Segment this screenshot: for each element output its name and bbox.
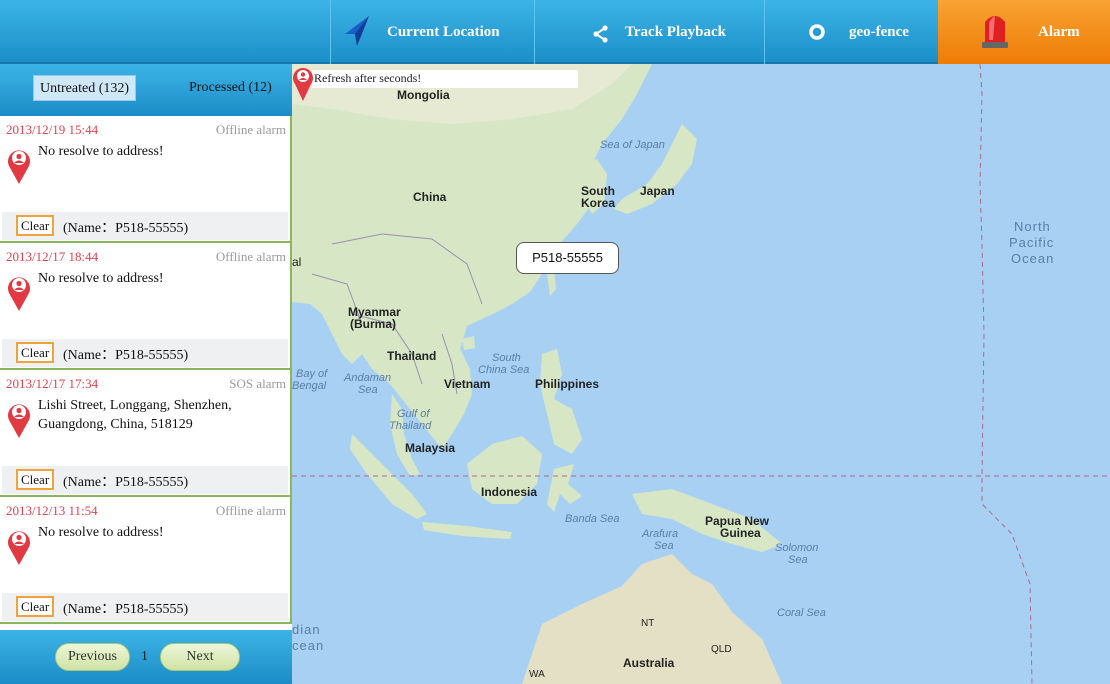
alarm-time: 2013/12/17 17:34 — [6, 376, 99, 391]
alarm-address: No resolve to address! — [38, 144, 164, 159]
map-label-malaysia: Malaysia — [405, 441, 456, 455]
alarm-footer: Clear (Name：P518-55555) — [2, 466, 288, 494]
map-label-indonesia: Indonesia — [481, 485, 538, 499]
map-terrain — [292, 64, 1110, 684]
map-label-mongolia: Mongolia — [397, 88, 450, 102]
map-label-indian-2: cean — [292, 638, 325, 653]
pagination: Previous 1 Next — [0, 630, 292, 684]
refresh-notice: Refresh after seconds! — [312, 70, 578, 88]
alarm-footer: Clear (Name：P518-55555) — [2, 212, 288, 240]
map-label-south-korea-2: Korea — [581, 196, 616, 210]
map-label-andaman-2: Sea — [358, 384, 378, 396]
next-button[interactable]: Next — [160, 643, 240, 671]
alarm-item[interactable]: 2013/12/19 15:44 Offline alarm No resolv… — [0, 116, 292, 243]
share-icon — [593, 25, 608, 43]
device-name: (Name：P518-55555) — [63, 348, 189, 363]
clear-button[interactable]: Clear — [16, 469, 55, 490]
location-pin-icon — [8, 277, 31, 311]
map-view[interactable]: Refresh after seconds! Mongolia Sea of J… — [292, 64, 1110, 684]
alarm-address: Lishi Street, Longgang, Shenzhen, Guangd… — [38, 398, 232, 432]
nav-geo-fence[interactable]: geo-fence — [764, 0, 938, 64]
alarm-item[interactable]: 2013/12/13 11:54 Offline alarm No resolv… — [0, 497, 292, 624]
map-label-philippines: Philippines — [535, 377, 600, 391]
map-label-gulf-2: Thailand — [389, 420, 432, 432]
nav-current-location-label: Current Location — [387, 23, 500, 40]
alarm-footer: Clear (Name：P518-55555) — [2, 339, 288, 367]
alarm-type: Offline alarm — [215, 503, 286, 518]
map-label-vietnam: Vietnam — [444, 377, 491, 391]
alarm-time: 2013/12/17 18:44 — [6, 249, 99, 264]
page-number: 1 — [141, 649, 148, 664]
alarm-type: Offline alarm — [215, 249, 286, 264]
top-nav-bar: Current Location Track Playback geo-fenc… — [0, 0, 1110, 64]
map-label-indian-1: dian — [292, 622, 321, 637]
alarm-address: No resolve to address! — [38, 525, 164, 540]
alarm-time: 2013/12/19 15:44 — [6, 122, 99, 137]
map-label-qld: QLD — [711, 644, 732, 655]
alarm-footer: Clear (Name：P518-55555) — [2, 593, 288, 621]
map-label-wa: WA — [529, 669, 545, 680]
navigation-arrow-icon — [345, 16, 369, 46]
alarm-type: Offline alarm — [215, 122, 286, 137]
alarm-time: 2013/12/13 11:54 — [6, 503, 98, 518]
alarm-tabs: Untreated (132) Processed (12) — [0, 64, 292, 116]
device-info-bubble[interactable]: P518-55555 — [516, 242, 619, 274]
map-label-japan: Japan — [640, 184, 675, 198]
location-pin-icon — [8, 404, 31, 438]
map-label-australia: Australia — [623, 656, 675, 670]
map-label-banda-sea: Banda Sea — [565, 513, 620, 525]
alarm-address: No resolve to address! — [38, 271, 164, 286]
map-label-north-pacific-2: Pacific — [1009, 235, 1055, 250]
clear-button[interactable]: Clear — [16, 596, 55, 617]
map-label-thailand: Thailand — [387, 349, 437, 363]
alarm-item[interactable]: 2013/12/17 17:34 SOS alarm Lishi Street,… — [0, 370, 292, 497]
map-label-bay-2: Bengal — [292, 380, 327, 392]
map-label-arafura-2: Sea — [654, 540, 674, 552]
map-label-coral-sea: Coral Sea — [777, 607, 826, 619]
map-label-myanmar-2: (Burma) — [350, 317, 397, 331]
nav-geo-fence-label: geo-fence — [849, 23, 909, 40]
map-label-arafura-1: Arafura — [642, 528, 679, 540]
location-pin-icon — [8, 531, 31, 565]
map-label-nt: NT — [641, 618, 655, 629]
map-label-china: China — [413, 190, 447, 204]
map-label-scs-1: South — [492, 352, 521, 364]
tab-processed[interactable]: Processed (12) — [183, 75, 278, 101]
alarm-panel: Untreated (132) Processed (12) 2013/12/1… — [0, 64, 292, 684]
alarm-list: 2013/12/19 15:44 Offline alarm No resolv… — [0, 116, 292, 624]
map-label-north-pacific-3: Ocean — [1011, 251, 1055, 266]
previous-button[interactable]: Previous — [55, 643, 130, 671]
map-label-andaman-1: Andaman — [344, 372, 392, 384]
alarm-type: SOS alarm — [229, 376, 286, 391]
alarm-item[interactable]: 2013/12/17 18:44 Offline alarm No resolv… — [0, 243, 292, 370]
map-label-al: al — [292, 255, 302, 269]
map-label-png-2: Guinea — [720, 526, 761, 540]
location-pin-icon — [8, 150, 31, 184]
map-label-sea-of-japan: Sea of Japan — [600, 139, 665, 151]
nav-track-playback-label: Track Playback — [625, 23, 726, 40]
nav-alarm[interactable]: Alarm — [938, 0, 1110, 64]
lifebuoy-icon — [809, 24, 825, 40]
map-label-north-pacific-1: North — [1014, 219, 1051, 234]
device-name: (Name：P518-55555) — [63, 602, 189, 617]
map-label-bay-1: Bay of — [296, 368, 328, 380]
map-label-scs-2: China Sea — [478, 364, 530, 376]
nav-track-playback[interactable]: Track Playback — [534, 0, 764, 64]
map-label-solomon-2: Sea — [788, 554, 808, 566]
nav-current-location[interactable]: Current Location — [330, 0, 534, 64]
device-name: (Name：P518-55555) — [63, 475, 189, 490]
nav-alarm-label: Alarm — [1038, 23, 1080, 40]
siren-icon — [982, 16, 1008, 48]
map-label-gulf-1: Gulf of — [397, 408, 430, 420]
map-label-solomon-1: Solomon — [775, 542, 819, 554]
tab-untreated[interactable]: Untreated (132) — [33, 75, 137, 101]
map-marker-icon[interactable] — [292, 64, 314, 102]
clear-button[interactable]: Clear — [16, 215, 55, 236]
clear-button[interactable]: Clear — [16, 342, 55, 363]
device-name: (Name：P518-55555) — [63, 221, 189, 236]
